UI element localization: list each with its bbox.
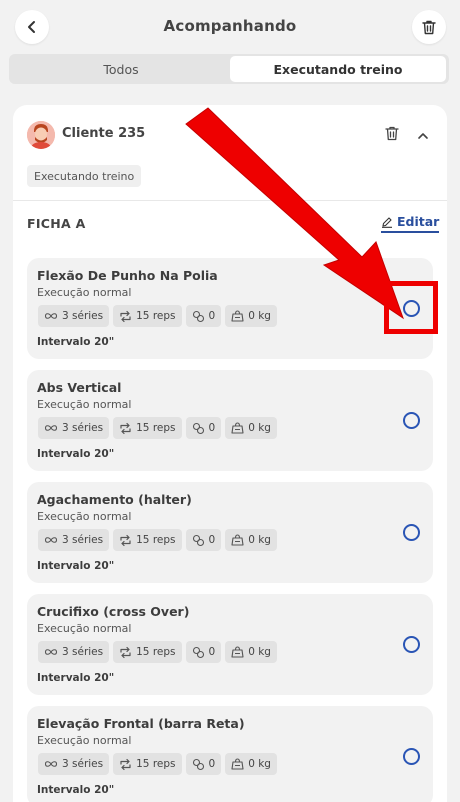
- arrow-annotation: [185, 107, 404, 320]
- highlight-box: [384, 281, 438, 334]
